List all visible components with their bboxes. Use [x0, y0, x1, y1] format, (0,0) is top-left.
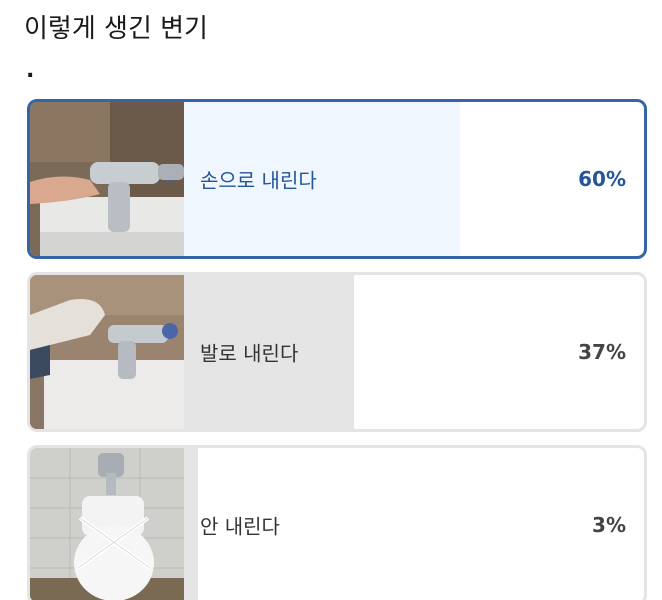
poll-page: 이렇게 생긴 변기 . 손으로 내린다 60% 발로 내린다 37% 안 내린다… [0, 0, 662, 600]
option-label: 발로 내린다 [200, 341, 299, 366]
option-percent: 3% [592, 513, 626, 537]
poll-option-none[interactable]: 안 내린다 3% [27, 445, 647, 600]
option-percent: 37% [578, 340, 626, 364]
hand-flushing-image [30, 102, 184, 256]
poll-option-hand[interactable]: 손으로 내린다 60% [27, 99, 647, 259]
result-fill-bar [184, 448, 198, 600]
foot-flushing-photo [30, 275, 184, 429]
toilet-image [30, 448, 184, 600]
hand-flushing-photo [30, 102, 184, 256]
foot-flushing-image [30, 275, 184, 429]
poll-subtitle: . [26, 58, 35, 83]
option-label: 손으로 내린다 [200, 168, 317, 193]
option-body: 손으로 내린다 60% [184, 102, 644, 256]
option-label: 안 내린다 [200, 514, 280, 539]
toilet-photo [30, 448, 184, 600]
option-body: 안 내린다 3% [184, 448, 644, 600]
poll-title: 이렇게 생긴 변기 [24, 14, 208, 44]
option-percent: 60% [578, 167, 626, 191]
option-body: 발로 내린다 37% [184, 275, 644, 429]
poll-option-foot[interactable]: 발로 내린다 37% [27, 272, 647, 432]
